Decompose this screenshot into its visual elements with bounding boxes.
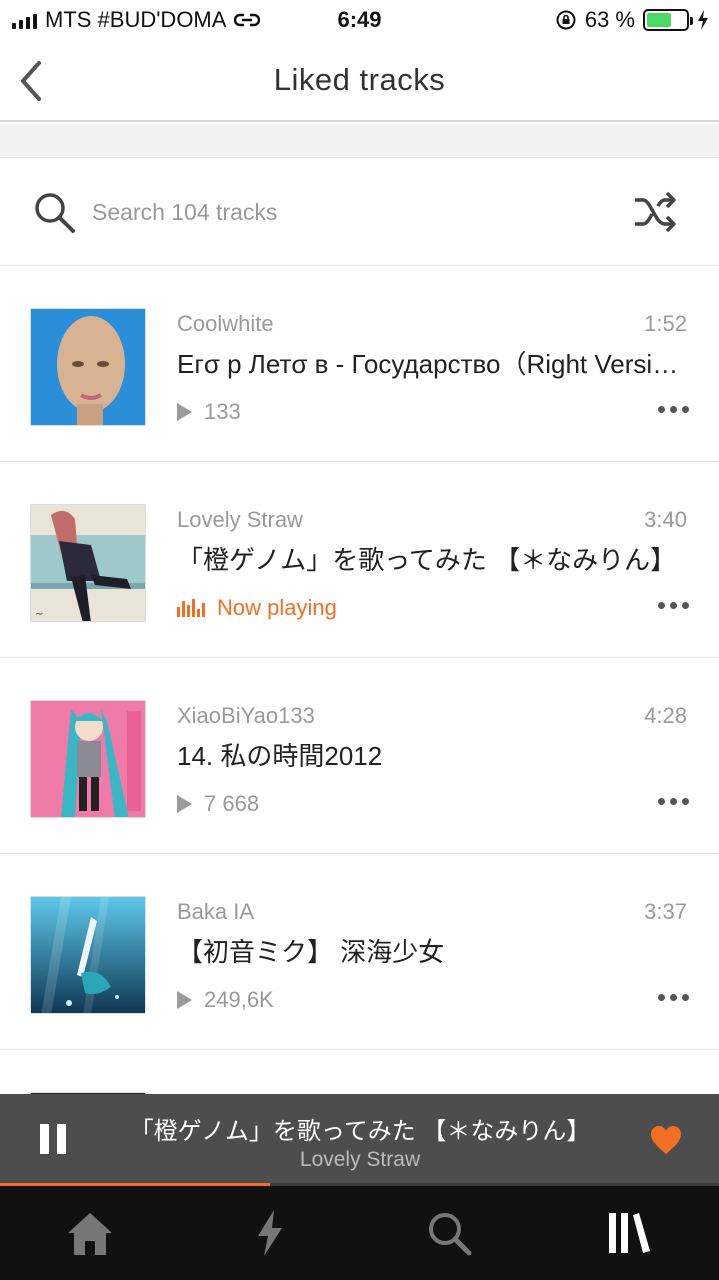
track-title: Егσ р Летσ в - Государство（Right Version… — [177, 349, 687, 379]
play-count: 249,6K — [204, 987, 274, 1012]
lightning-icon — [257, 1210, 282, 1256]
list-item[interactable]: Coolwhite 1:52 Егσ р Летσ в - Государств… — [0, 266, 719, 462]
tab-home[interactable] — [0, 1186, 180, 1280]
track-duration: 4:28 — [644, 703, 687, 728]
track-duration: 3:40 — [644, 507, 687, 532]
track-artist: Lovely Straw — [177, 507, 303, 532]
home-icon — [67, 1213, 112, 1255]
more-icon — [658, 994, 665, 1001]
status-right: 63 % — [555, 7, 709, 33]
battery-icon — [643, 9, 693, 31]
separator-band — [0, 124, 719, 158]
now-playing-label: Now playing — [217, 595, 337, 620]
tab-library[interactable] — [539, 1186, 719, 1280]
more-icon — [658, 602, 665, 609]
search-icon — [35, 193, 75, 233]
more-icon — [658, 406, 665, 413]
tab-bar — [0, 1186, 719, 1280]
list-item[interactable]: Baka IA 3:37 【初音ミク】 深海少女 249,6K — [0, 854, 719, 1050]
pause-button[interactable] — [40, 1124, 70, 1154]
play-count-icon — [177, 991, 192, 1009]
track-artwork — [30, 896, 146, 1014]
play-count: 7 668 — [204, 791, 260, 816]
charging-icon — [698, 10, 708, 30]
list-item[interactable]: ~ Lovely Straw 3:40 「橙ゲノム」を歌ってみた 【＊なみりん】… — [0, 462, 719, 658]
play-count: 133 — [204, 399, 241, 424]
list-item[interactable]: XiaoBiYao133 4:28 14. 私の時間2012 7 668 — [0, 658, 719, 854]
track-meta: 133 — [177, 399, 241, 425]
more-options-button[interactable] — [658, 994, 689, 1001]
header: Liked tracks — [0, 40, 719, 122]
track-artist: Coolwhite — [177, 311, 274, 336]
more-options-button[interactable] — [658, 798, 689, 805]
page-title: Liked tracks — [273, 62, 446, 97]
more-options-button[interactable] — [658, 406, 689, 413]
track-meta: 7 668 — [177, 791, 259, 817]
rotation-lock-icon — [556, 10, 576, 30]
mini-player[interactable]: 「橙ゲノム」を歌ってみた 【＊なみりん】 Lovely Straw — [0, 1094, 719, 1186]
search-icon — [429, 1213, 472, 1256]
more-icon — [658, 798, 665, 805]
more-options-button[interactable] — [658, 602, 689, 609]
track-artist: Baka IA — [177, 899, 255, 924]
status-bar: MTS #BUD'DOMA 6:49 63 % — [0, 0, 719, 40]
track-duration: 3:37 — [644, 899, 687, 924]
mini-player-title: 「橙ゲノム」を歌ってみた 【＊なみりん】 — [129, 1118, 591, 1145]
track-duration: 1:52 — [644, 311, 687, 336]
play-count-icon — [177, 795, 192, 813]
search-input[interactable] — [92, 194, 592, 230]
track-artwork — [30, 308, 146, 426]
search-row — [0, 158, 719, 266]
library-icon — [609, 1213, 651, 1253]
now-playing-indicator: Now playing — [177, 595, 337, 621]
battery-percent: 63 % — [584, 7, 635, 32]
heart-icon[interactable] — [649, 1124, 683, 1156]
tab-stream[interactable] — [180, 1186, 360, 1280]
pause-icon — [40, 1124, 49, 1154]
tab-search[interactable] — [360, 1186, 540, 1280]
track-artwork — [30, 700, 146, 818]
track-artist: XiaoBiYao133 — [177, 703, 315, 728]
shuffle-icon[interactable] — [631, 188, 679, 236]
play-count-icon — [177, 403, 192, 421]
equalizer-icon — [177, 599, 205, 617]
track-title: 14. 私の時間2012 — [177, 741, 383, 771]
svg-text:~: ~ — [35, 609, 43, 620]
track-meta: 249,6K — [177, 987, 274, 1013]
track-title: 「橙ゲノム」を歌ってみた 【＊なみりん】 — [177, 545, 677, 575]
mini-player-artist: Lovely Straw — [299, 1148, 421, 1171]
track-title: 【初音ミク】 深海少女 — [177, 937, 445, 967]
track-artwork: ~ — [30, 504, 146, 622]
